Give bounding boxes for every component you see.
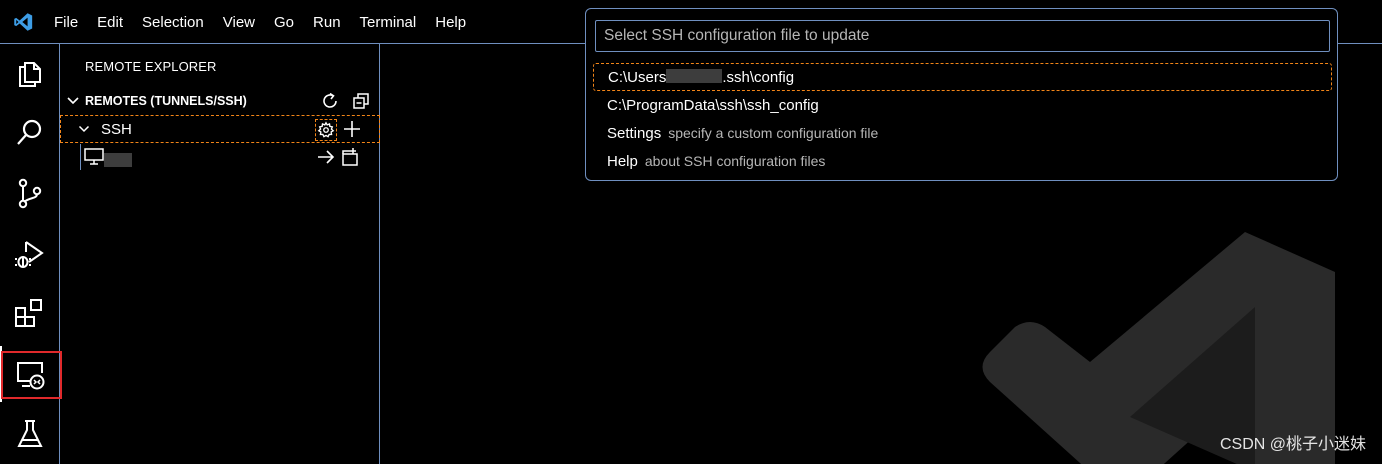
monitor-icon xyxy=(84,148,104,165)
ssh-group-label: SSH xyxy=(101,121,132,138)
quick-pick-item-description: specify a custom configuration file xyxy=(668,125,879,141)
arrow-right-icon[interactable] xyxy=(316,147,336,167)
remotes-section-header[interactable]: REMOTES (TUNNELS/SSH) xyxy=(60,91,380,113)
menu-run[interactable]: Run xyxy=(313,14,341,31)
remote-explorer-icon[interactable] xyxy=(12,357,48,393)
host-name-redacted: •••• xyxy=(104,153,132,167)
menu-go[interactable]: Go xyxy=(274,14,294,31)
chevron-down-icon xyxy=(67,97,79,105)
quick-pick-item-user-config[interactable]: C:\Users .ssh\config xyxy=(593,63,1332,91)
quick-pick-item-description: about SSH configuration files xyxy=(644,153,826,169)
section-label: REMOTES (TUNNELS/SSH) xyxy=(85,94,247,108)
menu-selection[interactable]: Selection xyxy=(142,14,204,31)
collapse-all-icon[interactable] xyxy=(351,91,371,111)
menu-view[interactable]: View xyxy=(223,14,255,31)
refresh-icon[interactable] xyxy=(321,91,341,111)
quick-pick-input[interactable] xyxy=(595,20,1330,52)
ssh-host-row[interactable]: •••• xyxy=(60,144,380,170)
ssh-group-row[interactable]: SSH xyxy=(60,115,380,143)
quick-pick-list: C:\Users .ssh\config C:\ProgramData\ssh\s… xyxy=(593,63,1332,175)
menu-edit[interactable]: Edit xyxy=(97,14,123,31)
quick-pick-item-system-config[interactable]: C:\ProgramData\ssh\ssh_config xyxy=(593,91,1332,119)
menu-file[interactable]: File xyxy=(54,14,78,31)
menu-bar: File Edit Selection View Go Run Terminal… xyxy=(54,0,485,44)
quick-pick-item-label: Settings xyxy=(607,124,662,142)
add-host-icon[interactable] xyxy=(342,119,362,139)
run-debug-icon[interactable] xyxy=(12,236,48,272)
testing-icon[interactable] xyxy=(12,416,48,452)
search-icon[interactable] xyxy=(12,114,48,150)
activity-bar xyxy=(0,44,62,464)
quick-pick-item-label: C:\ProgramData\ssh\ssh_config xyxy=(607,96,819,114)
quick-pick-item-settings[interactable]: Settings specify a custom configuration … xyxy=(593,119,1332,147)
menu-terminal[interactable]: Terminal xyxy=(360,14,417,31)
source-control-icon[interactable] xyxy=(12,175,48,211)
explorer-icon[interactable] xyxy=(12,54,48,90)
vscode-logo-icon xyxy=(14,13,33,31)
redacted-username xyxy=(666,68,723,83)
sidebar-title: REMOTE EXPLORER xyxy=(85,59,217,74)
chevron-down-icon xyxy=(78,125,90,133)
tree-indent-guide xyxy=(80,144,81,170)
quick-pick-item-label: Help xyxy=(607,152,638,170)
configure-button[interactable] xyxy=(315,119,337,141)
menu-help[interactable]: Help xyxy=(435,14,466,31)
gear-icon xyxy=(317,121,335,138)
remote-explorer-sidebar: REMOTE EXPLORER REMOTES (TUNNELS/SSH) SS… xyxy=(60,44,380,464)
ssh-config-quick-pick: C:\Users.ssh\config C:\ProgramData\ssh\s… xyxy=(585,8,1338,181)
watermark-credit: CSDN @桃子小迷妹 xyxy=(1219,436,1366,453)
quick-pick-item-help[interactable]: Help about SSH configuration files xyxy=(593,147,1332,175)
extensions-icon[interactable] xyxy=(12,296,48,332)
open-in-new-window-icon[interactable] xyxy=(340,147,360,167)
quick-pick-item-label: C:\Users .ssh\config xyxy=(608,68,795,86)
